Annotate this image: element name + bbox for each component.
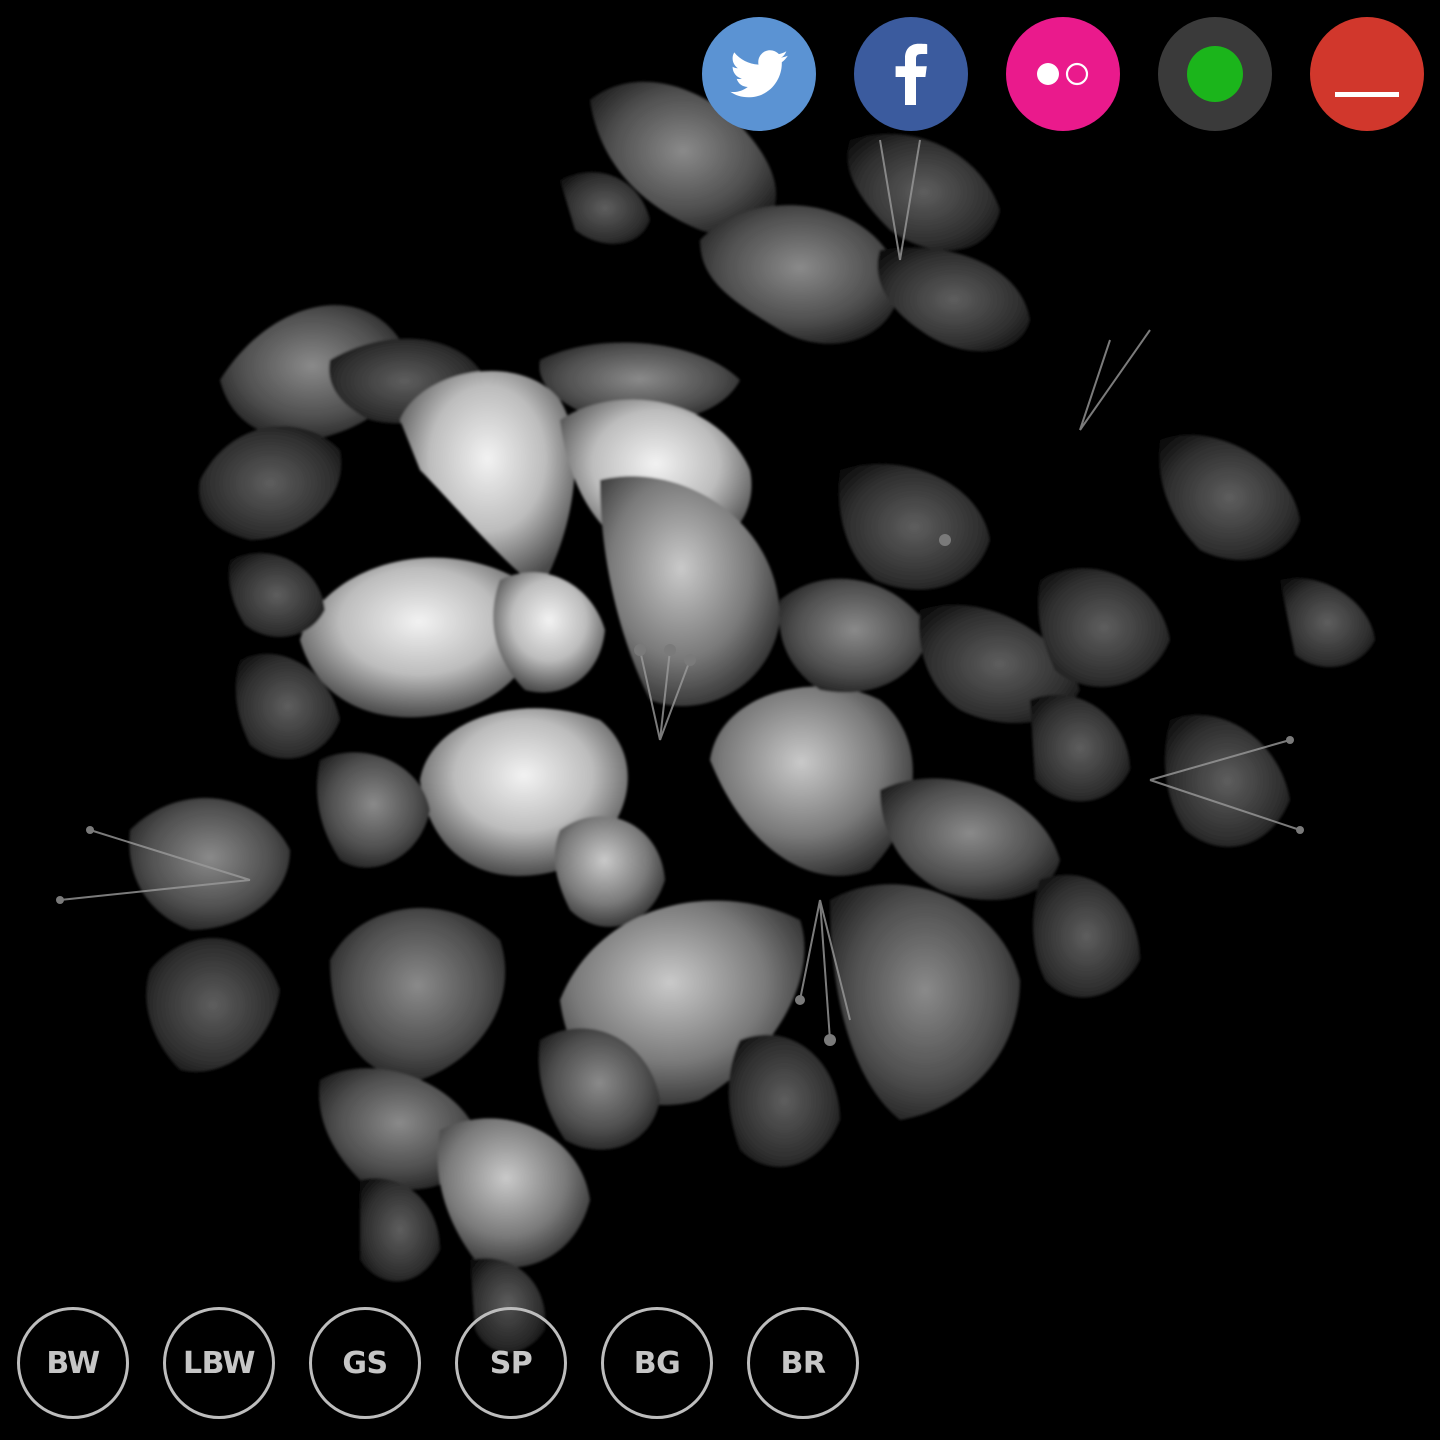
flickr-button[interactable] xyxy=(1006,17,1120,131)
green-dot-icon xyxy=(1186,45,1244,103)
twitter-bird-icon xyxy=(730,50,788,98)
facebook-f-icon xyxy=(894,43,928,105)
filter-sp-button[interactable]: SP xyxy=(455,1307,567,1419)
filter-bw-button[interactable]: BW xyxy=(17,1307,129,1419)
filter-lbw-button[interactable]: LBW xyxy=(163,1307,275,1419)
filter-bg-button[interactable]: BG xyxy=(601,1307,713,1419)
filter-gs-button[interactable]: GS xyxy=(309,1307,421,1419)
filter-br-button[interactable]: BR xyxy=(747,1307,859,1419)
photo-viewer: BW LBW GS SP BG BR xyxy=(0,0,1440,1440)
minimize-line-icon xyxy=(1335,44,1399,104)
filter-buttons: BW LBW GS SP BG BR xyxy=(17,1307,859,1419)
social-buttons xyxy=(702,17,1424,131)
minimize-button[interactable] xyxy=(1310,17,1424,131)
flickr-dots-icon xyxy=(1034,59,1092,89)
lily-photo xyxy=(56,81,1375,1353)
facebook-button[interactable] xyxy=(854,17,968,131)
twitter-button[interactable] xyxy=(702,17,816,131)
status-button[interactable] xyxy=(1158,17,1272,131)
